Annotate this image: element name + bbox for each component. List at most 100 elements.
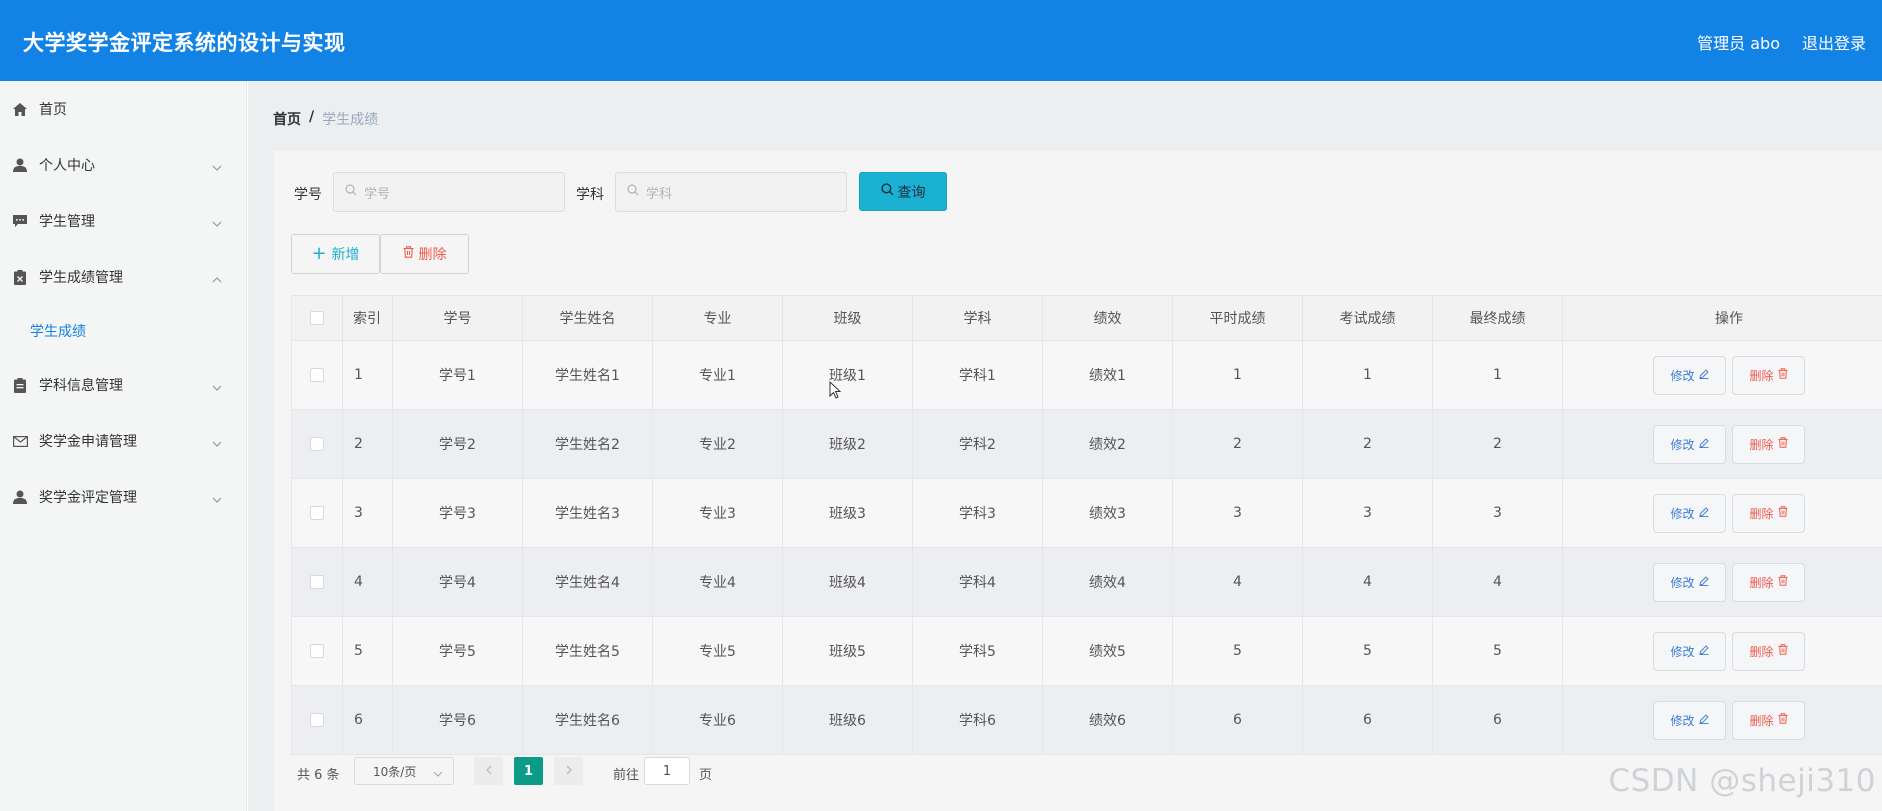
edit-icon bbox=[1698, 368, 1709, 382]
row-delete-button[interactable]: 删除 bbox=[1732, 562, 1805, 602]
cell-usual: 4 bbox=[1172, 547, 1303, 617]
prev-page-button[interactable] bbox=[474, 757, 503, 785]
row-checkbox[interactable] bbox=[310, 437, 324, 451]
goto-page-input[interactable]: 1 bbox=[644, 757, 690, 785]
breadcrumb: 首页 / 学生成绩 bbox=[273, 109, 378, 129]
column-header: 学号 bbox=[392, 295, 523, 341]
cell-index: 3 bbox=[342, 478, 393, 548]
user-icon bbox=[12, 489, 28, 505]
user-icon bbox=[12, 157, 28, 173]
search-icon bbox=[880, 183, 894, 200]
page-unit-label: 页 bbox=[699, 768, 713, 783]
cell-subject: 学科2 bbox=[912, 409, 1043, 479]
breadcrumb-home[interactable]: 首页 bbox=[273, 109, 301, 129]
logout-link[interactable]: 退出登录 bbox=[1802, 30, 1866, 54]
row-checkbox[interactable] bbox=[310, 713, 324, 727]
edit-button[interactable]: 修改 bbox=[1653, 355, 1726, 395]
batch-delete-button[interactable]: 删除 bbox=[380, 234, 469, 274]
edit-button-label: 修改 bbox=[1670, 575, 1695, 590]
row-delete-button[interactable]: 删除 bbox=[1732, 700, 1805, 740]
column-header: 学生姓名 bbox=[522, 295, 653, 341]
chevron-right-icon bbox=[566, 764, 572, 779]
add-button[interactable]: + 新增 bbox=[291, 234, 380, 274]
sidebar-item-home[interactable]: 首页 bbox=[0, 81, 246, 137]
header-right: 管理员 abo 退出登录 bbox=[1697, 30, 1866, 54]
sidebar-item-student-management[interactable]: 学生管理 bbox=[0, 193, 246, 249]
row-checkbox[interactable] bbox=[310, 644, 324, 658]
clipboard-icon bbox=[12, 377, 28, 393]
chevron-left-icon bbox=[485, 764, 492, 779]
edit-button[interactable]: 修改 bbox=[1653, 631, 1726, 671]
cell-usual: 1 bbox=[1172, 340, 1303, 410]
breadcrumb-separator: / bbox=[309, 109, 315, 125]
cell-exam: 3 bbox=[1302, 478, 1433, 548]
trash-icon bbox=[1777, 644, 1788, 658]
batch-delete-label: 删除 bbox=[418, 247, 447, 263]
cell-cls: 班级6 bbox=[782, 685, 913, 755]
edit-button-label: 修改 bbox=[1670, 506, 1695, 521]
cell-perf: 绩效6 bbox=[1042, 685, 1173, 755]
cell-cls: 班级2 bbox=[782, 409, 913, 479]
subject-label: 学科 bbox=[576, 187, 604, 203]
row-delete-button[interactable]: 删除 bbox=[1732, 355, 1805, 395]
cell-cls: 班级1 bbox=[782, 340, 913, 410]
cell-sid: 学号1 bbox=[392, 340, 523, 410]
subject-input[interactable]: 学科 bbox=[615, 172, 847, 212]
row-checkbox[interactable] bbox=[310, 368, 324, 382]
cell-exam: 4 bbox=[1302, 547, 1433, 617]
sidebar-item-label: 奖学金申请管理 bbox=[39, 434, 137, 450]
trash-icon bbox=[1777, 713, 1788, 727]
student-id-input[interactable]: 学号 bbox=[333, 172, 565, 212]
trash-icon bbox=[403, 246, 414, 262]
search-icon bbox=[345, 184, 357, 200]
query-button[interactable]: 查询 bbox=[859, 172, 947, 211]
cell-actions: 修改 删除 bbox=[1562, 340, 1882, 410]
sidebar-item-personal-center[interactable]: 个人中心 bbox=[0, 137, 246, 193]
column-header: 班级 bbox=[782, 295, 913, 341]
cell-subject: 学科1 bbox=[912, 340, 1043, 410]
row-checkbox[interactable] bbox=[310, 506, 324, 520]
next-page-button[interactable] bbox=[554, 757, 583, 785]
edit-button[interactable]: 修改 bbox=[1653, 700, 1726, 740]
column-header: 绩效 bbox=[1042, 295, 1173, 341]
sidebar-item-subject-info[interactable]: 学科信息管理 bbox=[0, 357, 246, 413]
chevron-down-icon bbox=[212, 379, 222, 395]
page-number-current[interactable]: 1 bbox=[514, 757, 543, 785]
cell-exam: 6 bbox=[1302, 685, 1433, 755]
table-row: 6 学号6 学生姓名6 专业6 班级6 学科6 绩效6 6 6 6 修改 删除 bbox=[291, 685, 1882, 755]
home-icon bbox=[12, 101, 28, 117]
row-delete-button[interactable]: 删除 bbox=[1732, 424, 1805, 464]
content-card: 学号 学号 学科 学科 查询 + 新增 删除 索引 学号 学生姓名 专业 班级 … bbox=[274, 151, 1882, 811]
current-user[interactable]: 管理员 abo bbox=[1697, 30, 1780, 54]
table-row: 1 学号1 学生姓名1 专业1 班级1 学科1 绩效1 1 1 1 修改 删除 bbox=[291, 340, 1882, 410]
select-all-checkbox[interactable] bbox=[310, 311, 324, 325]
sidebar-subitem-student-scores[interactable]: 学生成绩 bbox=[0, 305, 246, 357]
cell-exam: 1 bbox=[1302, 340, 1433, 410]
row-delete-button[interactable]: 删除 bbox=[1732, 631, 1805, 671]
column-header: 索引 bbox=[342, 295, 393, 341]
edit-button[interactable]: 修改 bbox=[1653, 562, 1726, 602]
sidebar-item-scholarship-evaluation[interactable]: 奖学金评定管理 bbox=[0, 469, 246, 525]
cell-perf: 绩效1 bbox=[1042, 340, 1173, 410]
sidebar-item-scholarship-application[interactable]: 奖学金申请管理 bbox=[0, 413, 246, 469]
trash-icon bbox=[1777, 506, 1788, 520]
cell-cls: 班级3 bbox=[782, 478, 913, 548]
row-delete-button[interactable]: 删除 bbox=[1732, 493, 1805, 533]
cell-exam: 5 bbox=[1302, 616, 1433, 686]
edit-button[interactable]: 修改 bbox=[1653, 493, 1726, 533]
page-size-select[interactable]: 10条/页 bbox=[354, 757, 454, 785]
edit-button[interactable]: 修改 bbox=[1653, 424, 1726, 464]
cell-usual: 2 bbox=[1172, 409, 1303, 479]
row-select-cell bbox=[291, 547, 343, 617]
cell-index: 2 bbox=[342, 409, 393, 479]
row-select-cell bbox=[291, 478, 343, 548]
row-select-cell bbox=[291, 409, 343, 479]
table-row: 4 学号4 学生姓名4 专业4 班级4 学科4 绩效4 4 4 4 修改 删除 bbox=[291, 547, 1882, 617]
cell-index: 5 bbox=[342, 616, 393, 686]
row-delete-label: 删除 bbox=[1749, 644, 1774, 659]
cell-subject: 学科3 bbox=[912, 478, 1043, 548]
sidebar-item-score-management[interactable]: 学生成绩管理 bbox=[0, 249, 246, 305]
edit-button-label: 修改 bbox=[1670, 437, 1695, 452]
row-checkbox[interactable] bbox=[310, 575, 324, 589]
cell-usual: 6 bbox=[1172, 685, 1303, 755]
